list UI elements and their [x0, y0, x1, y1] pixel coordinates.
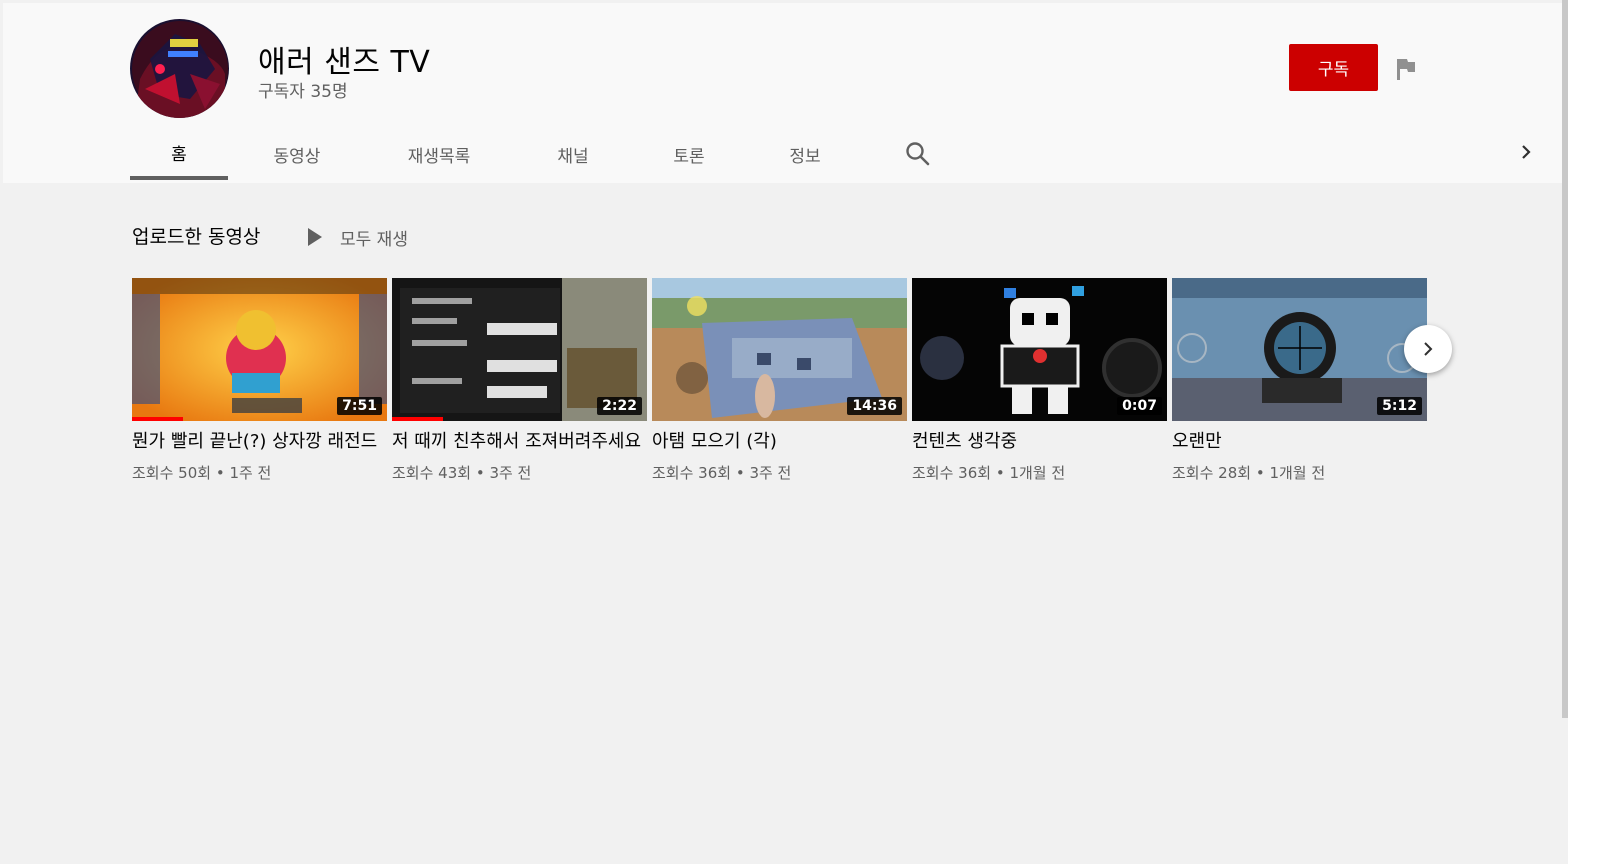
chevron-right-icon [1424, 342, 1433, 356]
video-title[interactable]: 오랜만 [1172, 431, 1427, 452]
video-meta: 조회수 50회 • 1주 전 [132, 464, 272, 482]
video-meta: 조회수 36회 • 1개월 전 [912, 464, 1066, 482]
channel-title: 애러 샌즈 TV [258, 45, 431, 80]
video-duration: 0:07 [1117, 397, 1162, 415]
play-icon [308, 228, 322, 246]
chevron-right-icon[interactable] [1515, 141, 1537, 163]
watch-progress-bar [392, 417, 443, 421]
shelf-title: 업로드한 동영상 [132, 226, 261, 248]
subscriber-count: 구독자 35명 [258, 82, 348, 102]
tab-label: 토론 [673, 146, 705, 167]
tab-channels[interactable]: 채널 [524, 128, 622, 180]
window-edge [1568, 0, 1600, 864]
video-title[interactable]: 컨텐츠 생각중 [912, 431, 1167, 452]
video-title[interactable]: 저 때끼 친추해서 조져버려주세요 [392, 431, 647, 452]
video-thumbnail[interactable]: 0:07 [912, 278, 1167, 421]
video-card[interactable]: 7:51 뭔가 빨리 끝난(?) 상자깡 래전드 조회수 50회 • 1주 전 [132, 278, 387, 483]
tab-label: 동영상 [273, 146, 321, 167]
video-duration: 2:22 [597, 397, 642, 415]
video-thumbnail[interactable]: 5:12 [1172, 278, 1427, 421]
search-icon[interactable] [904, 140, 932, 168]
video-duration: 7:51 [337, 397, 382, 415]
tab-label: 재생목록 [407, 146, 471, 167]
video-thumbnail[interactable]: 14:36 [652, 278, 907, 421]
video-duration: 14:36 [847, 397, 902, 415]
video-card[interactable]: 5:12 오랜만 조회수 28회 • 1개월 전 [1172, 278, 1427, 483]
tab-discussion[interactable]: 토론 [640, 128, 738, 180]
video-meta: 조회수 43회 • 3주 전 [392, 464, 532, 482]
tab-home[interactable]: 홈 [130, 128, 228, 180]
play-all-button[interactable]: 모두 재생 [308, 224, 408, 250]
watch-progress-bar [132, 417, 183, 421]
tab-label: 홈 [171, 144, 187, 165]
video-duration: 5:12 [1377, 397, 1422, 415]
tab-videos[interactable]: 동영상 [248, 128, 346, 180]
tab-about[interactable]: 정보 [756, 128, 854, 180]
subscribe-button[interactable]: 구독 [1289, 44, 1378, 91]
video-title[interactable]: 뭔가 빨리 끝난(?) 상자깡 래전드 [132, 431, 387, 452]
flag-icon[interactable] [1395, 57, 1417, 81]
channel-avatar[interactable] [130, 19, 229, 118]
video-card[interactable]: 2:22 저 때끼 친추해서 조져버려주세요 조회수 43회 • 3주 전 [392, 278, 647, 483]
tab-label: 정보 [789, 146, 821, 167]
tab-playlists[interactable]: 재생목록 [380, 128, 498, 180]
video-meta: 조회수 36회 • 3주 전 [652, 464, 792, 482]
video-title[interactable]: 아탬 모으기 (각) [652, 431, 907, 452]
play-all-label: 모두 재생 [340, 229, 408, 250]
video-thumbnail[interactable]: 2:22 [392, 278, 647, 421]
video-meta: 조회수 28회 • 1개월 전 [1172, 464, 1326, 482]
tab-label: 채널 [557, 146, 589, 167]
video-card[interactable]: 14:36 아탬 모으기 (각) 조회수 36회 • 3주 전 [652, 278, 907, 483]
video-card[interactable]: 0:07 컨텐츠 생각중 조회수 36회 • 1개월 전 [912, 278, 1167, 483]
carousel-next-button[interactable] [1404, 325, 1452, 373]
video-thumbnail[interactable]: 7:51 [132, 278, 387, 421]
